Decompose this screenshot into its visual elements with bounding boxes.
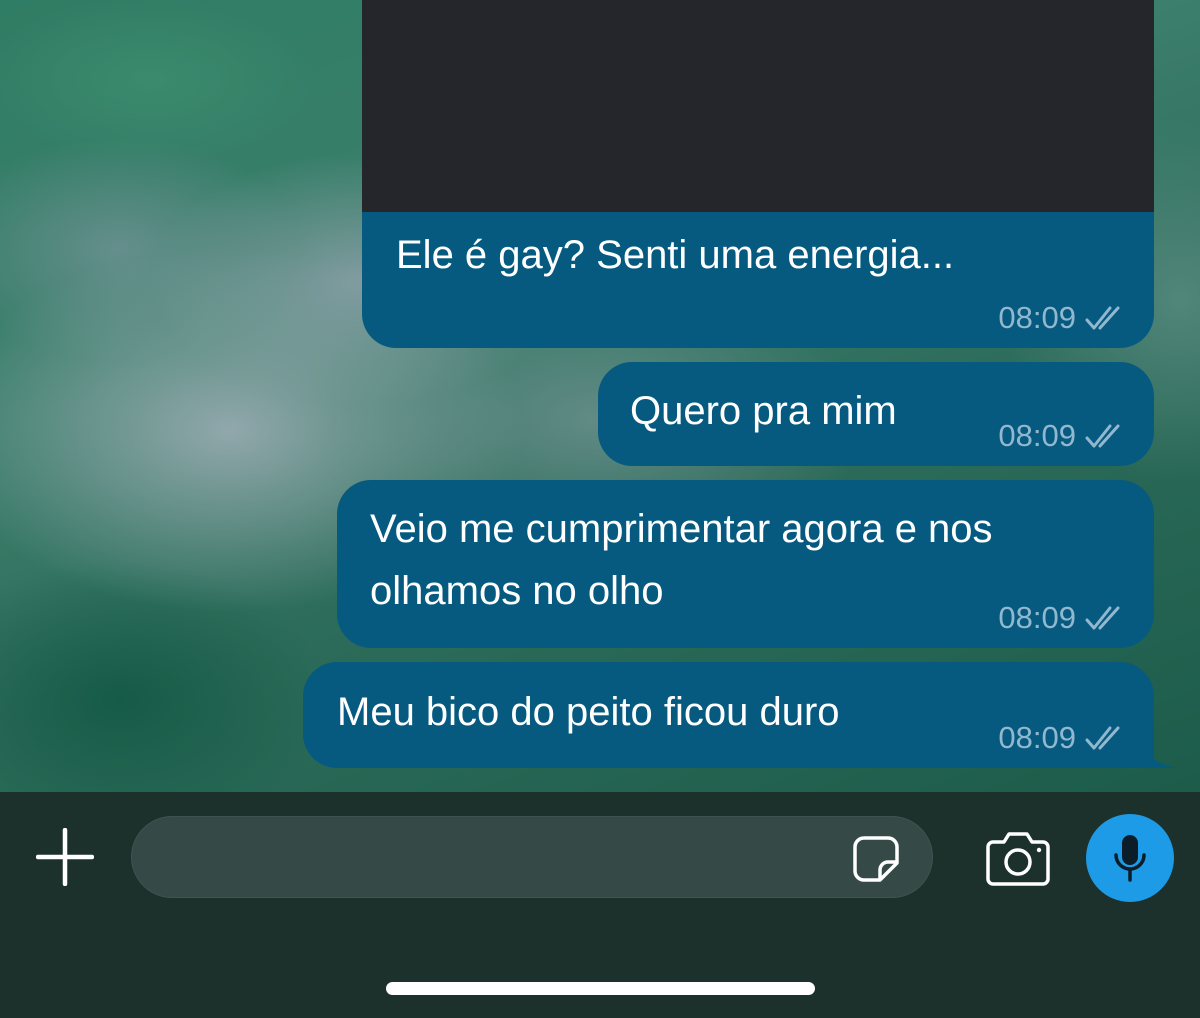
double-check-icon bbox=[1085, 424, 1120, 448]
message-text-line-2: olhamos no olho bbox=[370, 569, 664, 613]
message-time: 08:09 bbox=[998, 600, 1076, 635]
media-attachment[interactable] bbox=[362, 0, 1154, 212]
message-meta: 08:09 bbox=[998, 300, 1124, 336]
double-check-icon bbox=[1085, 306, 1120, 330]
sticker-icon[interactable] bbox=[852, 835, 900, 883]
message-list[interactable]: Ele é gay? Senti uma energia... 08:09 Qu… bbox=[0, 0, 1200, 792]
double-check-icon bbox=[1085, 726, 1120, 750]
message-text-line-1: Veio me cumprimentar agora e nos bbox=[370, 507, 993, 551]
message-bubble[interactable]: Ele é gay? Senti uma energia... 08:09 bbox=[362, 212, 1154, 348]
voice-record-button[interactable] bbox=[1086, 814, 1174, 902]
message-input-field[interactable] bbox=[131, 816, 933, 899]
message-time: 08:09 bbox=[998, 300, 1076, 335]
message-text: Ele é gay? Senti uma energia... bbox=[396, 233, 955, 277]
message-meta: 08:09 bbox=[998, 600, 1124, 636]
message-bubble[interactable]: Quero pra mim 08:09 bbox=[598, 362, 1154, 466]
double-check-icon bbox=[1085, 606, 1120, 630]
message-meta: 08:09 bbox=[998, 720, 1124, 756]
message-text: Meu bico do peito ficou duro bbox=[337, 690, 840, 734]
camera-icon[interactable] bbox=[985, 830, 1051, 886]
bubble-tail bbox=[1134, 728, 1176, 768]
message-bubble[interactable]: Veio me cumprimentar agora e nos olhamos… bbox=[337, 480, 1154, 648]
message-bubble[interactable]: Meu bico do peito ficou duro 08:09 bbox=[303, 662, 1176, 768]
message-input[interactable] bbox=[162, 817, 846, 899]
message-time: 08:09 bbox=[998, 720, 1076, 755]
microphone-icon bbox=[1114, 835, 1146, 882]
home-indicator[interactable] bbox=[386, 982, 815, 995]
message-time: 08:09 bbox=[998, 418, 1076, 453]
message-text: Quero pra mim bbox=[630, 389, 897, 433]
plus-icon[interactable] bbox=[36, 828, 94, 886]
message-meta: 08:09 bbox=[998, 418, 1124, 454]
